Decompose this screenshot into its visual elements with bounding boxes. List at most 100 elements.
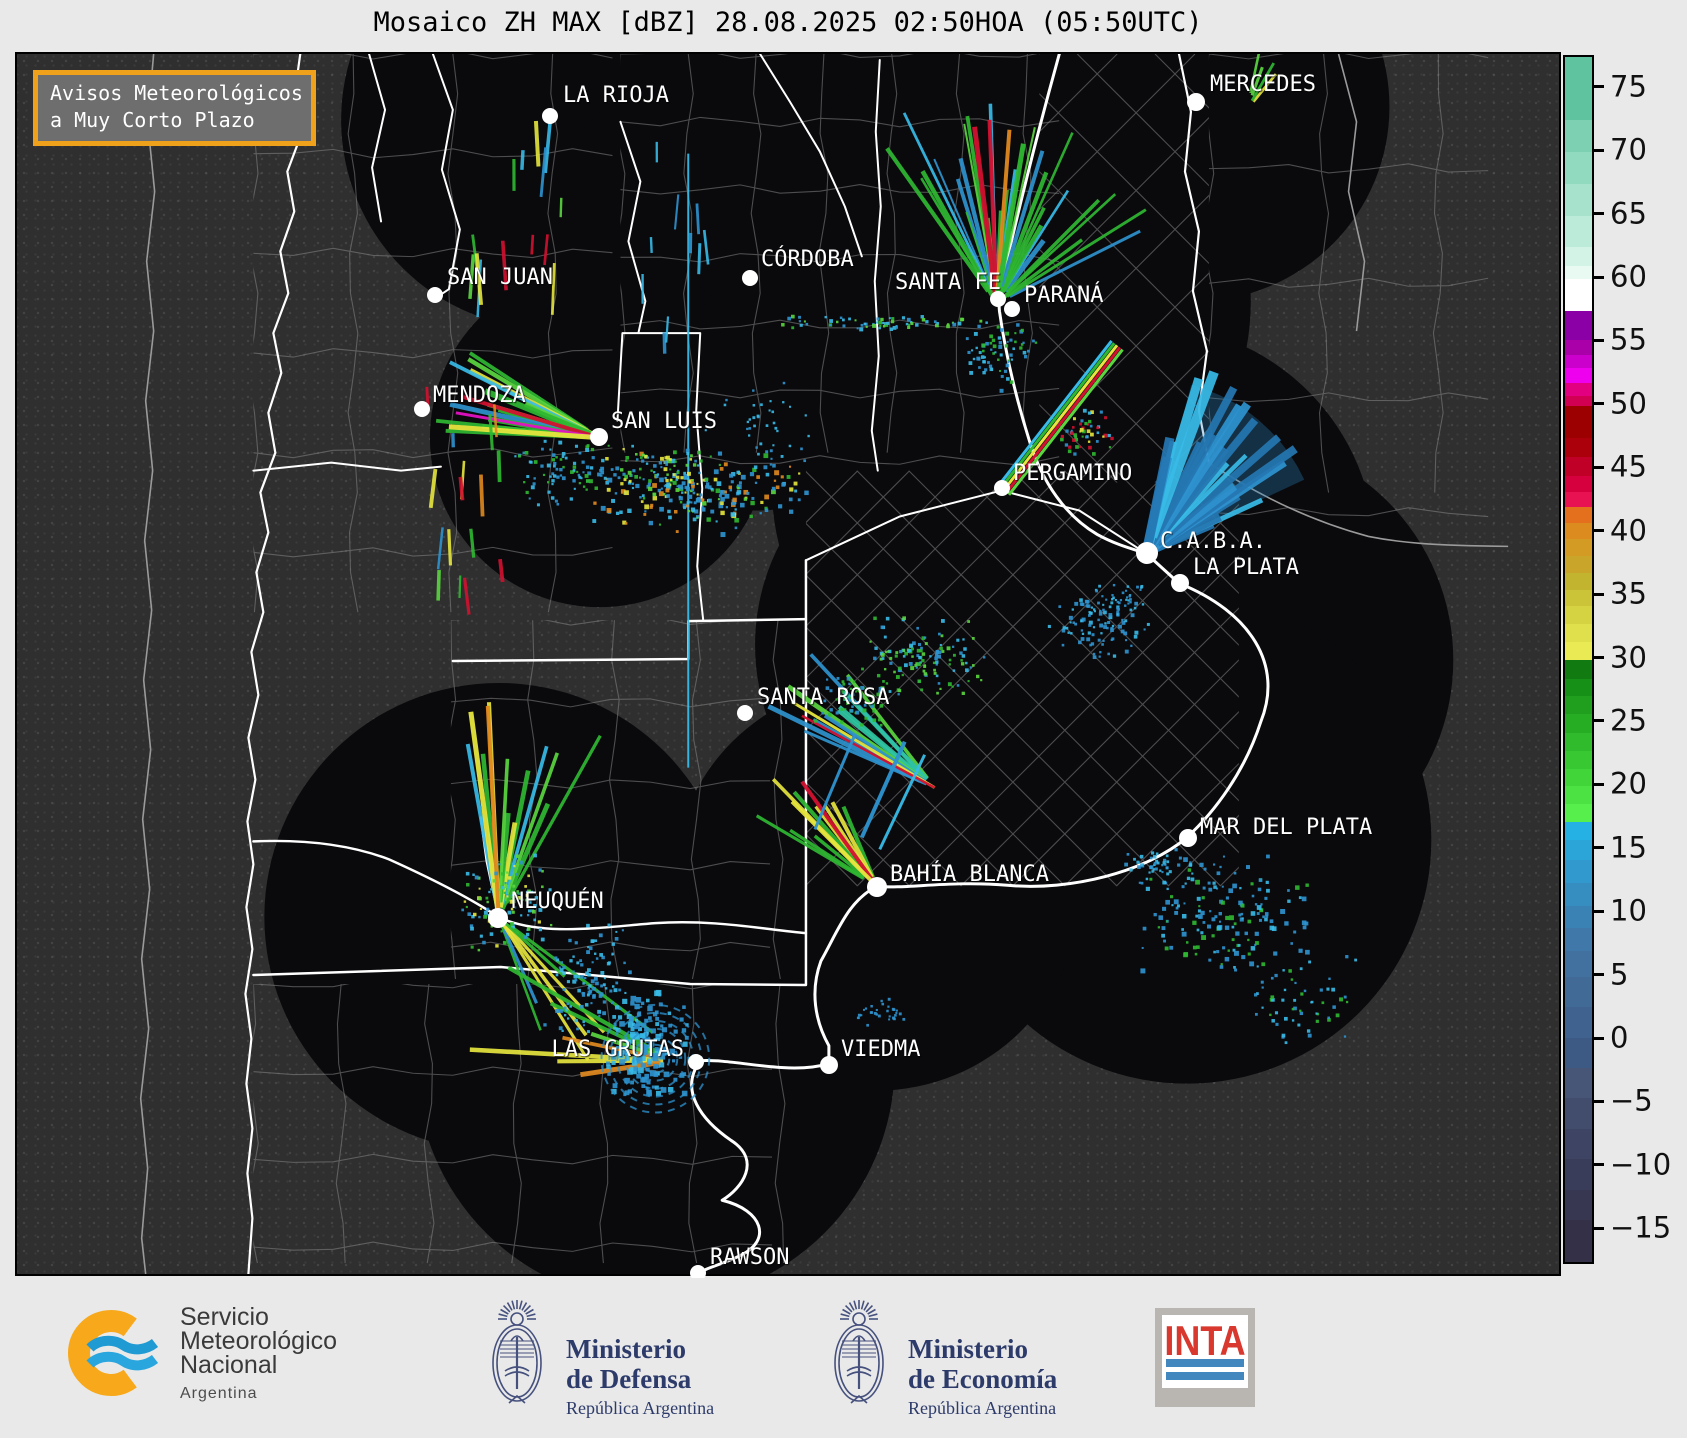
- colorbar-segment: [1565, 383, 1592, 397]
- colorbar-segment: [1565, 839, 1592, 861]
- alert-line-2: a Muy Corto Plazo: [50, 108, 255, 132]
- colorbar-tick-label: 10: [1610, 893, 1647, 928]
- colorbar-segment: [1565, 624, 1592, 643]
- economia-line-1: Ministerio: [908, 1334, 1028, 1364]
- colorbar-tick: [1594, 1099, 1604, 1103]
- colorbar-tick-label: −5: [1610, 1083, 1653, 1118]
- colorbar-segment: [1565, 437, 1592, 458]
- colorbar-segment: [1565, 951, 1592, 978]
- colorbar-segment: [1565, 786, 1592, 805]
- colorbar-tick: [1594, 782, 1604, 786]
- colorbar-segment: [1565, 355, 1592, 369]
- colorbar-segment: [1565, 573, 1592, 591]
- colorbar-tick-label: 20: [1610, 766, 1647, 801]
- colorbar-tick: [1594, 465, 1604, 469]
- colorbar-segment: [1565, 821, 1592, 841]
- page-title: Mosaico ZH MAX [dBZ] 28.08.2025 02:50HOA…: [373, 7, 1203, 38]
- colorbar-segment: [1565, 405, 1592, 439]
- colorbar-segment: [1565, 1220, 1592, 1262]
- colorbar-segment: [1565, 1037, 1592, 1069]
- colorbar-segment: [1565, 641, 1592, 661]
- colorbar-tick: [1594, 656, 1604, 659]
- colorbar-tick-label: −10: [1610, 1147, 1672, 1182]
- colorbar-segment: [1565, 310, 1592, 341]
- economia-line-3: República Argentina: [908, 1398, 1057, 1418]
- colorbar-segment: [1565, 1189, 1592, 1221]
- defensa-line-2: de Defensa: [566, 1364, 692, 1394]
- colorbar-tick-label: 40: [1610, 513, 1647, 548]
- smn-line-1: Servicio: [180, 1303, 269, 1331]
- colorbar-segment: [1565, 659, 1592, 680]
- inta-logo: INTA: [1155, 1308, 1255, 1407]
- colorbar-segment: [1565, 475, 1592, 493]
- colorbar-tick: [1594, 529, 1604, 533]
- defensa-line-1: Ministerio: [566, 1334, 686, 1364]
- colorbar-segment: [1565, 882, 1592, 907]
- colorbar-tick: [1594, 85, 1604, 89]
- colorbar-segment: [1565, 456, 1592, 477]
- alert-overlay-box[interactable]: Avisos Meteorológicos a Muy Corto Plazo: [33, 70, 316, 146]
- colorbar-tick: [1594, 592, 1604, 596]
- smn-logo-icon: [68, 1310, 159, 1396]
- colorbar-segment: [1565, 57, 1592, 121]
- colorbar-tick: [1594, 275, 1604, 279]
- colorbar-segment: [1565, 589, 1592, 607]
- colorbar-segment: [1565, 395, 1592, 407]
- colorbar-segment: [1565, 1098, 1592, 1130]
- colorbar-segment: [1565, 976, 1592, 1008]
- colorbar-tick-label: −15: [1610, 1210, 1672, 1245]
- colorbar-segment: [1565, 367, 1592, 384]
- coat-of-arms-icon: [492, 1300, 542, 1404]
- inta-logo-inner: INTA: [1162, 1315, 1248, 1388]
- ministerio-defensa-wordmark: Ministerio de Defensa República Argentin…: [566, 1334, 714, 1419]
- colorbar-tick: [1594, 1226, 1604, 1230]
- smn-line-2: Meteorológico: [180, 1327, 338, 1355]
- colorbar-segment: [1565, 539, 1592, 557]
- footer-logos: Servicio Meteorológico Nacional Argentin…: [0, 1278, 1687, 1438]
- colorbar-tick-label: 65: [1610, 195, 1647, 230]
- colorbar-segment: [1565, 1007, 1592, 1038]
- colorbar-segment: [1565, 1067, 1592, 1099]
- economia-line-2: de Economía: [908, 1364, 1058, 1394]
- colorbar-segment: [1565, 678, 1592, 697]
- colorbar-tick-label: 35: [1610, 576, 1647, 611]
- colorbar-segment: [1565, 266, 1592, 280]
- inta-bar-icon: [1166, 1372, 1244, 1380]
- colorbar-segment: [1565, 247, 1592, 267]
- ministerio-economia-wordmark: Ministerio de Economía República Argenti…: [908, 1334, 1057, 1419]
- colorbar-tick: [1594, 338, 1604, 342]
- colorbar-tick: [1594, 973, 1604, 977]
- colorbar-segment: [1565, 522, 1592, 540]
- colorbar-tick: [1594, 402, 1604, 406]
- colorbar-segment: [1565, 555, 1592, 574]
- colorbar-tick: [1594, 909, 1604, 913]
- colorbar-segment: [1565, 1128, 1592, 1160]
- colorbar-tick: [1594, 1163, 1604, 1167]
- colorbar-tick: [1594, 1036, 1604, 1040]
- colorbar-tick-label: 45: [1610, 449, 1647, 484]
- colorbar-segment: [1565, 606, 1592, 625]
- dbz-colorbar: [1563, 55, 1594, 1264]
- colorbar-segment: [1565, 279, 1592, 312]
- smn-wordmark: Servicio Meteorológico Nacional Argentin…: [180, 1305, 337, 1406]
- colorbar-tick-label: 70: [1610, 132, 1647, 167]
- colorbar-segment: [1565, 714, 1592, 734]
- colorbar-segment: [1565, 492, 1592, 508]
- alert-line-1: Avisos Meteorológicos: [50, 81, 303, 105]
- colorbar-segment: [1565, 928, 1592, 952]
- colorbar-segment: [1565, 507, 1592, 524]
- colorbar-segment: [1565, 768, 1592, 787]
- colorbar-tick-label: 50: [1610, 386, 1647, 421]
- colorbar-tick-label: 5: [1610, 956, 1629, 991]
- colorbar-segment: [1565, 152, 1592, 185]
- colorbar-tick-label: 75: [1610, 69, 1647, 104]
- colorbar-segment: [1565, 1159, 1592, 1191]
- colorbar-segment: [1565, 120, 1592, 153]
- colorbar-segment: [1565, 339, 1592, 356]
- inta-wordmark: INTA: [1164, 1317, 1246, 1365]
- colorbar-segment: [1565, 804, 1592, 823]
- colorbar-segment: [1565, 183, 1592, 217]
- radar-graphics: [139, 54, 1509, 1274]
- colorbar-tick-label: 55: [1610, 322, 1647, 357]
- colorbar-segment: [1565, 733, 1592, 752]
